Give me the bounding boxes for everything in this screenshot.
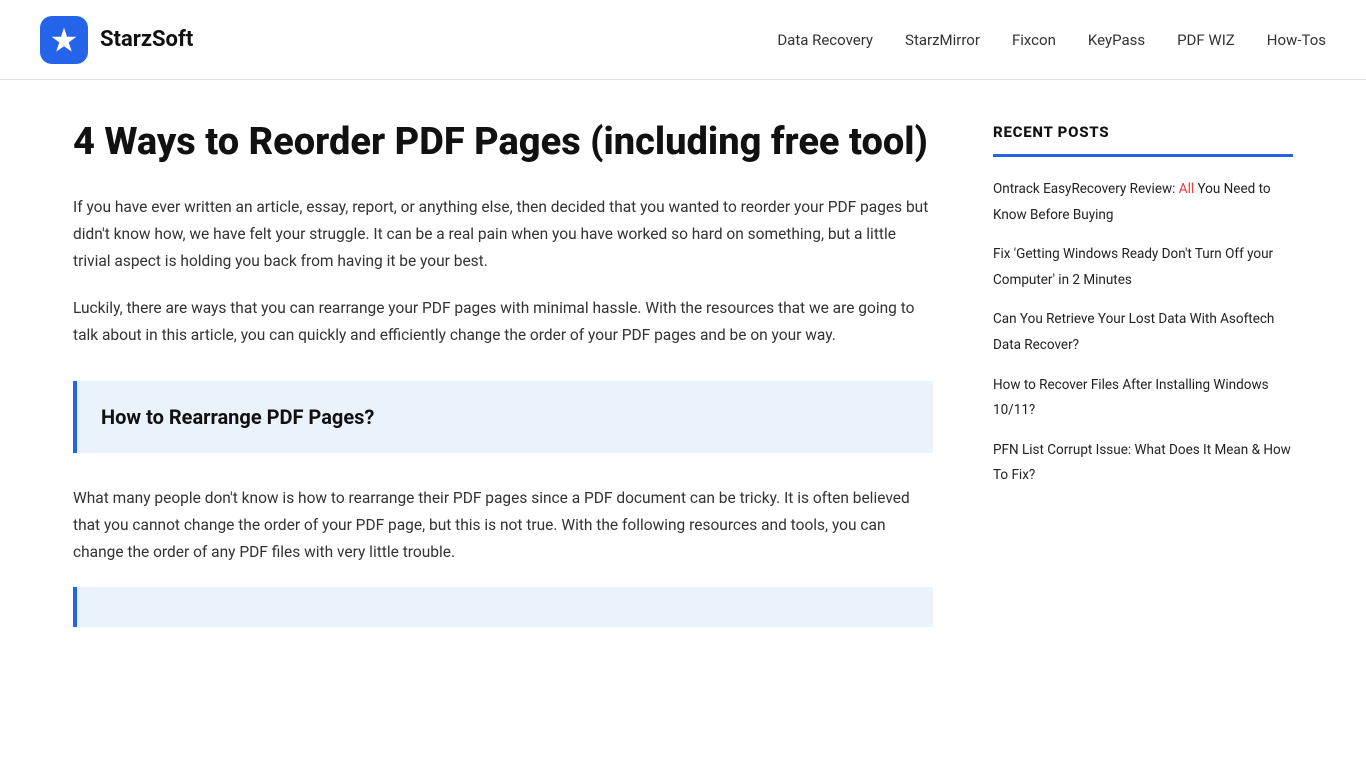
recent-post-link-4[interactable]: How to Recover Files After Installing Wi…	[993, 377, 1269, 419]
nav-data-recovery[interactable]: Data Recovery	[777, 28, 873, 52]
list-item: Ontrack EasyRecovery Review: All You Nee…	[993, 175, 1293, 226]
article-paragraph-2: Luckily, there are ways that you can rea…	[73, 295, 933, 349]
callout-box-2	[73, 587, 933, 627]
nav-fixcon[interactable]: Fixcon	[1012, 28, 1056, 52]
sidebar-recent-posts: RECENT POSTS Ontrack EasyRecovery Review…	[993, 120, 1293, 487]
article-body-2: What many people don't know is how to re…	[73, 485, 933, 566]
recent-posts-list: Ontrack EasyRecovery Review: All You Nee…	[993, 175, 1293, 487]
recent-post-link-2[interactable]: Fix 'Getting Windows Ready Don't Turn Of…	[993, 246, 1273, 288]
article-title: 4 Ways to Reorder PDF Pages (including f…	[73, 120, 933, 166]
callout-heading: How to Rearrange PDF Pages?	[101, 401, 909, 433]
list-item: Can You Retrieve Your Lost Data With Aso…	[993, 305, 1293, 356]
nav-starzmirror[interactable]: StarzMirror	[905, 28, 980, 52]
list-item: How to Recover Files After Installing Wi…	[993, 371, 1293, 422]
list-item: Fix 'Getting Windows Ready Don't Turn Of…	[993, 240, 1293, 291]
logo-icon	[40, 16, 88, 64]
logo-text: StarzSoft	[100, 22, 193, 57]
recent-post-link-5[interactable]: PFN List Corrupt Issue: What Does It Mea…	[993, 442, 1291, 484]
page-layout: 4 Ways to Reorder PDF Pages (including f…	[33, 80, 1333, 699]
sidebar-divider	[993, 154, 1293, 157]
recent-post-link-3[interactable]: Can You Retrieve Your Lost Data With Aso…	[993, 311, 1274, 353]
sidebar: RECENT POSTS Ontrack EasyRecovery Review…	[993, 120, 1293, 659]
article-paragraph-3: What many people don't know is how to re…	[73, 485, 933, 566]
list-item: PFN List Corrupt Issue: What Does It Mea…	[993, 436, 1293, 487]
article-paragraph-1: If you have ever written an article, ess…	[73, 194, 933, 275]
recent-post-link-1[interactable]: Ontrack EasyRecovery Review: All You Nee…	[993, 181, 1271, 223]
logo-area[interactable]: StarzSoft	[40, 16, 193, 64]
main-content: 4 Ways to Reorder PDF Pages (including f…	[73, 120, 933, 659]
recent-posts-heading: RECENT POSTS	[993, 120, 1293, 144]
nav-howtos[interactable]: How-Tos	[1267, 28, 1326, 52]
nav-pdfwiz[interactable]: PDF WIZ	[1177, 28, 1235, 52]
article-body: If you have ever written an article, ess…	[73, 194, 933, 350]
nav-keypass[interactable]: KeyPass	[1088, 28, 1145, 52]
main-nav: Data Recovery StarzMirror Fixcon KeyPass…	[777, 28, 1326, 52]
callout-box: How to Rearrange PDF Pages?	[73, 381, 933, 453]
site-header: StarzSoft Data Recovery StarzMirror Fixc…	[0, 0, 1366, 80]
